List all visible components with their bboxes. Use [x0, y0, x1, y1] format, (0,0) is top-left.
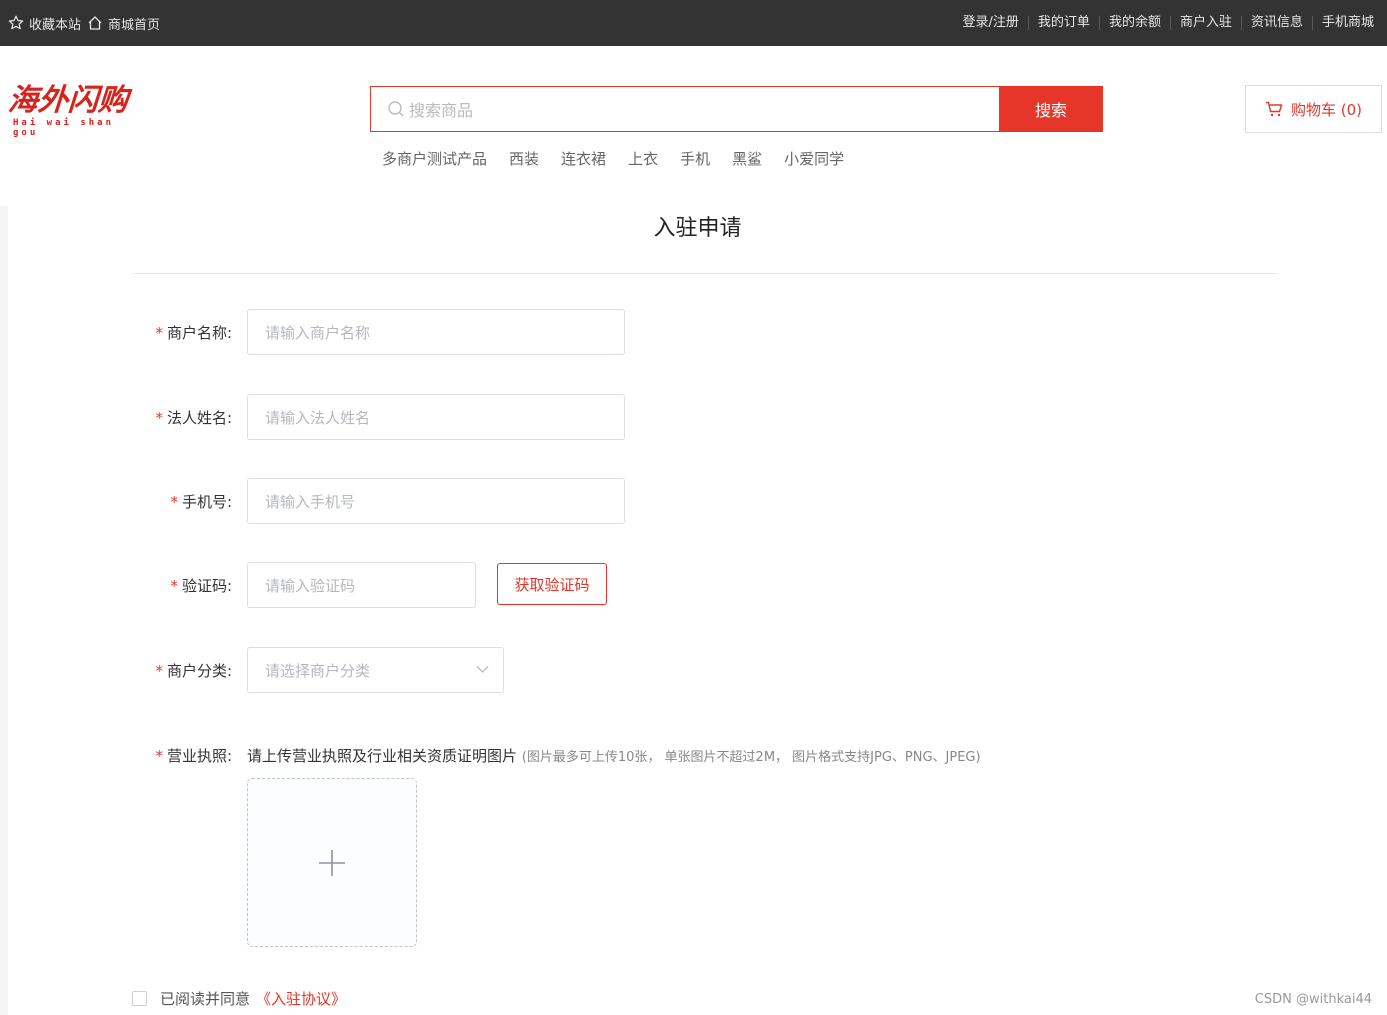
favorite-link[interactable]: 收藏本站: [8, 14, 81, 33]
license-hint-small: (图片最多可上传10张， 单张图片不超过2M， 图片格式支持JPG、PNG、JP…: [521, 750, 981, 765]
title-divider: [132, 273, 1277, 274]
mobile-mall-link[interactable]: 手机商城: [1311, 16, 1374, 30]
logo-sub-text: Hai wai shan gou: [13, 118, 115, 138]
required-mark: *: [155, 662, 163, 680]
legal-name-placeholder: 请输入法人姓名: [265, 408, 371, 427]
merchant-name-input[interactable]: 请输入商户名称: [247, 309, 625, 355]
agreement-text: 已阅读并同意: [160, 990, 251, 1008]
hot-word[interactable]: 西装: [509, 148, 539, 169]
hot-word[interactable]: 连衣裙: [561, 148, 606, 169]
search-input[interactable]: 搜索商品: [370, 86, 999, 132]
logo-main-text: 海外闪购: [6, 83, 130, 118]
legal-name-input[interactable]: 请输入法人姓名: [247, 394, 625, 440]
get-code-button[interactable]: 获取验证码: [497, 563, 607, 605]
cart-icon: [1265, 101, 1283, 117]
merchant-name-placeholder: 请输入商户名称: [265, 323, 371, 342]
home-link[interactable]: 商城首页: [87, 14, 160, 33]
phone-input[interactable]: 请输入手机号: [247, 478, 625, 524]
top-bar: 收藏本站 商城首页 登录/注册 我的订单 我的余额 商户入驻 资讯信息 手机商城: [0, 0, 1387, 46]
hot-word[interactable]: 手机: [680, 148, 710, 169]
required-mark: *: [155, 324, 163, 342]
watermark: CSDN @withkai44: [1254, 992, 1372, 1007]
hot-word[interactable]: 黑鲨: [732, 148, 762, 169]
phone-placeholder: 请输入手机号: [265, 492, 356, 511]
page-title: 入驻申请: [653, 216, 742, 241]
legal-name-label: * 法人姓名:: [155, 409, 232, 427]
required-mark: *: [170, 493, 178, 511]
cart-button[interactable]: 购物车 (0): [1245, 85, 1382, 133]
hot-word[interactable]: 上衣: [628, 148, 658, 169]
hot-word[interactable]: 多商户测试产品: [382, 148, 487, 169]
required-mark: *: [155, 409, 163, 427]
cart-label: 购物车 (0): [1290, 100, 1363, 119]
login-register-link[interactable]: 登录/注册: [954, 16, 1028, 30]
home-icon: [88, 16, 102, 30]
site-logo[interactable]: 海外闪购 Hai wai shan gou: [6, 83, 140, 138]
code-input[interactable]: 请输入验证码: [247, 562, 476, 608]
chevron-down-icon: [476, 666, 489, 673]
phone-label: * 手机号:: [170, 493, 232, 511]
home-label: 商城首页: [108, 17, 161, 33]
agreement-link[interactable]: 《入驻协议》: [256, 988, 346, 1009]
apply-panel: 入驻申请 * 商户名称: 请输入商户名称 * 法人姓名: 请输入法人姓名 * 手机号:…: [8, 206, 1387, 1015]
my-balance-link[interactable]: 我的余额: [1098, 16, 1170, 30]
category-label: * 商户分类:: [155, 662, 232, 680]
header: 海外闪购 Hai wai shan gou 搜索商品 搜索 多商户测试产品 西装…: [0, 46, 1387, 206]
required-mark: *: [155, 747, 163, 765]
plus-icon: [319, 849, 345, 876]
search-placeholder: 搜索商品: [409, 101, 474, 120]
license-label: * 营业执照:: [155, 747, 232, 765]
license-hint: 请上传营业执照及行业相关资质证明图片 (图片最多可上传10张， 单张图片不超过2…: [247, 745, 981, 766]
search-bar: 搜索商品 搜索: [370, 86, 1103, 132]
search-button[interactable]: 搜索: [999, 86, 1103, 132]
search-icon: [388, 101, 404, 117]
star-icon: [8, 15, 24, 30]
top-bar-left: 收藏本站 商城首页: [8, 0, 166, 46]
agreement-checkbox[interactable]: [132, 991, 147, 1006]
my-orders-link[interactable]: 我的订单: [1027, 16, 1099, 30]
license-upload-box[interactable]: [247, 778, 417, 947]
agreement-row: 已阅读并同意 《入驻协议》: [132, 988, 346, 1009]
code-label: * 验证码:: [170, 577, 232, 595]
code-placeholder: 请输入验证码: [265, 576, 356, 595]
required-mark: *: [170, 577, 178, 595]
hot-words: 多商户测试产品 西装 连衣裙 上衣 手机 黑鲨 小爱同学: [382, 148, 866, 169]
hot-word[interactable]: 小爱同学: [784, 148, 844, 169]
favorite-label: 收藏本站: [29, 17, 82, 33]
news-link[interactable]: 资讯信息: [1240, 16, 1312, 30]
category-select[interactable]: 请选择商户分类: [247, 647, 504, 693]
merchant-name-label: * 商户名称:: [155, 324, 232, 342]
license-hint-main: 请上传营业执照及行业相关资质证明图片: [247, 747, 518, 765]
category-placeholder: 请选择商户分类: [265, 661, 371, 680]
merchant-join-link[interactable]: 商户入驻: [1169, 16, 1241, 30]
top-bar-links: 登录/注册 我的订单 我的余额 商户入驻 资讯信息 手机商城: [954, 0, 1374, 46]
